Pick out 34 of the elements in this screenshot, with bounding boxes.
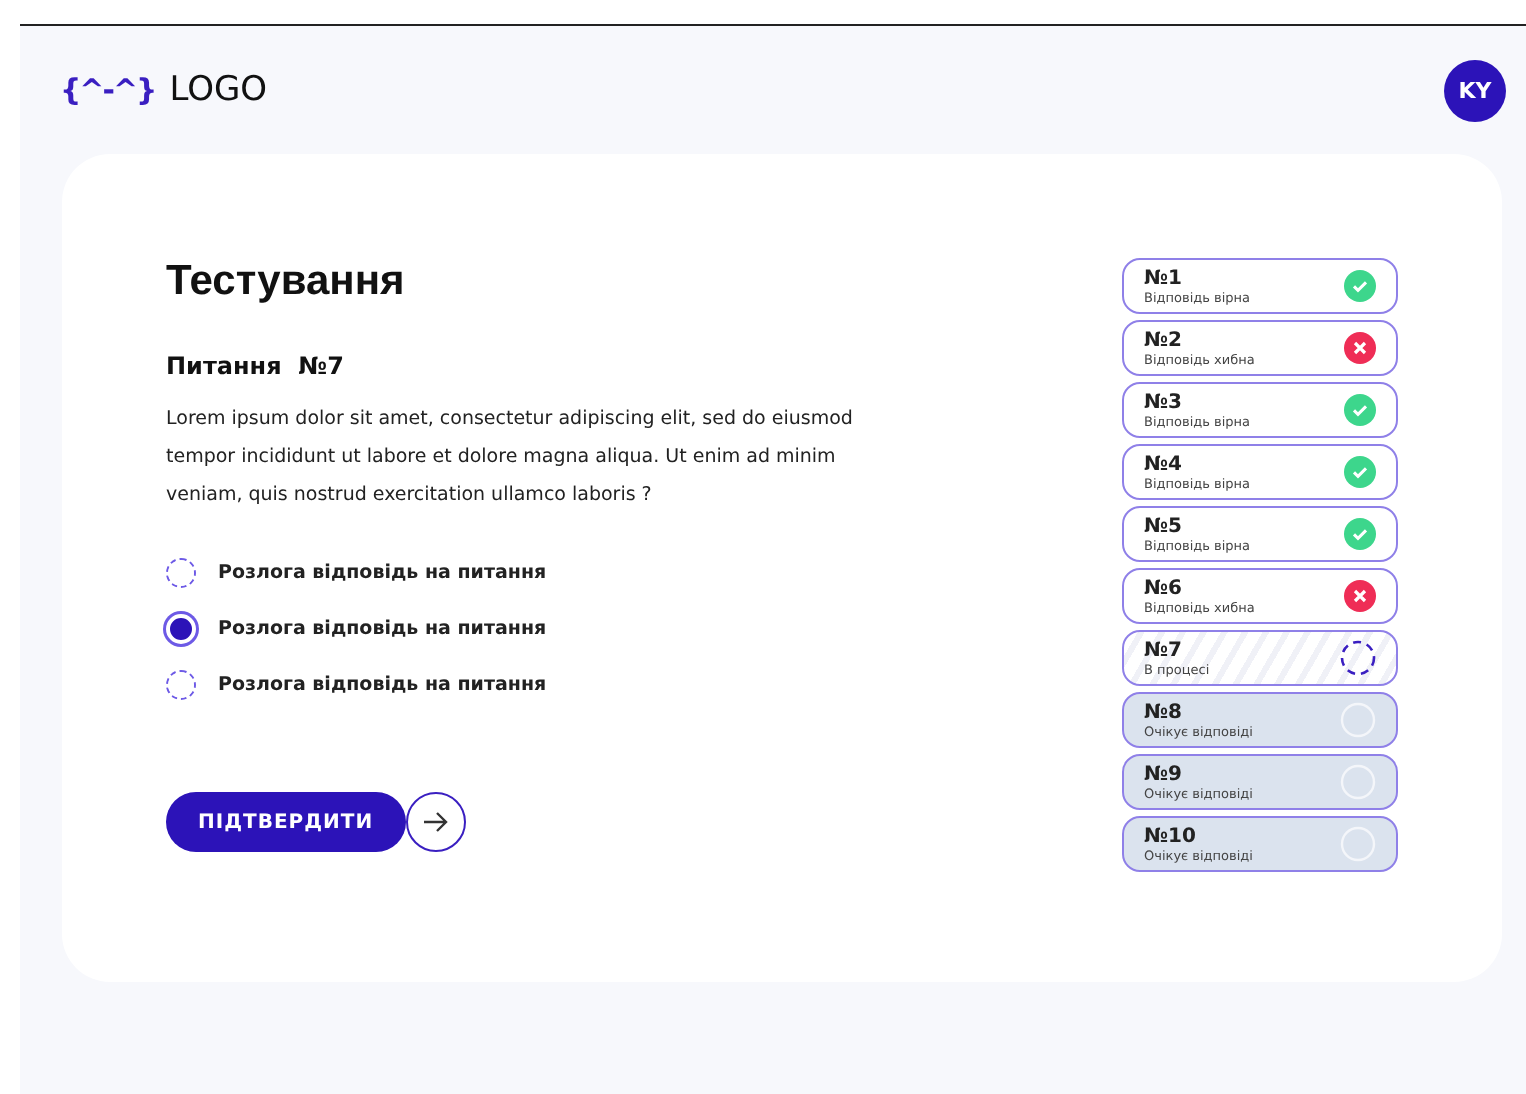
empty-circle-icon bbox=[1340, 764, 1376, 800]
answer-label: Розлога відповідь на питання bbox=[218, 674, 547, 696]
radio-button[interactable] bbox=[166, 670, 196, 700]
question-number: №8 bbox=[1144, 701, 1184, 723]
question-number: №1 bbox=[1144, 267, 1184, 289]
check-icon bbox=[1344, 394, 1376, 426]
cross-icon bbox=[1344, 580, 1376, 612]
question-number: №3 bbox=[1144, 391, 1184, 413]
cross-icon bbox=[1344, 332, 1376, 364]
question-number: №9 bbox=[1144, 763, 1184, 785]
logo-text: LOGO bbox=[169, 70, 268, 110]
check-icon bbox=[1344, 456, 1376, 488]
user-avatar[interactable]: KY bbox=[1444, 59, 1506, 121]
question-number: Питання №7 bbox=[166, 352, 346, 380]
answer-label: Розлога відповідь на питання bbox=[218, 562, 547, 584]
answer-label: Розлога відповідь на питання bbox=[218, 618, 547, 640]
question-text: Lorem ipsum dolor sit amet, consectetur adipiscing elit, sed do eiusmod tempor incididunt ut labore et dolore magna aliqua. Ut enim ad minim veniam, quis nostrud exercitation ullamco laboris ? bbox=[166, 406, 855, 510]
question-number: №7 bbox=[1144, 639, 1184, 661]
question-number: №10 bbox=[1144, 825, 1198, 847]
page-title: Тестування bbox=[166, 258, 407, 306]
radio-button[interactable] bbox=[166, 558, 196, 588]
question-number: №5 bbox=[1144, 515, 1184, 537]
logo-icon: {^-^} bbox=[60, 72, 156, 108]
submit-button[interactable]: ПІДТВЕРДИТИ bbox=[166, 792, 406, 852]
question-number: №2 bbox=[1144, 329, 1184, 351]
question-number: №6 bbox=[1144, 577, 1184, 599]
check-icon bbox=[1344, 270, 1376, 302]
arrow-right-icon bbox=[421, 810, 450, 834]
next-button[interactable] bbox=[405, 792, 466, 852]
empty-circle-icon bbox=[1340, 702, 1376, 738]
empty-circle-icon bbox=[1340, 826, 1376, 862]
dashed-circle-icon bbox=[1340, 640, 1376, 676]
question-number: №4 bbox=[1144, 453, 1184, 475]
check-icon bbox=[1344, 518, 1376, 550]
